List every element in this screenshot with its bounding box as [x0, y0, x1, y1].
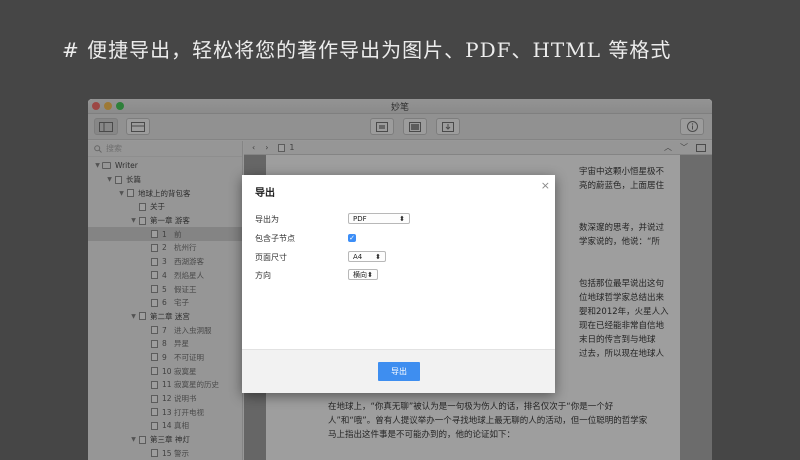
export-format-select[interactable]: PDF ⬍ — [348, 213, 410, 224]
export-button[interactable]: 导出 — [378, 362, 420, 381]
orientation-select[interactable]: 横向 ⬍ — [348, 269, 378, 280]
select-arrows-icon: ⬍ — [399, 214, 405, 223]
orientation-label: 方向 — [255, 271, 271, 280]
include-children-checkbox[interactable]: ✓ — [348, 234, 356, 242]
export-format-value: PDF — [353, 214, 367, 223]
page-size-value: A4 — [353, 252, 363, 261]
promo-banner: # 便捷导出，轻松将您的著作导出为图片、PDF、HTML 等格式 — [62, 38, 672, 62]
include-children-label: 包含子节点 — [255, 234, 295, 243]
dialog-title: 导出 — [255, 188, 275, 199]
select-arrows-icon: ⬍ — [367, 270, 373, 279]
page-size-select[interactable]: A4 ⬍ — [348, 251, 386, 262]
orientation-value: 横向 — [353, 270, 367, 279]
close-icon[interactable]: × — [541, 179, 550, 192]
select-arrows-icon: ⬍ — [375, 252, 381, 261]
dialog-footer: 导出 — [242, 349, 555, 393]
page-size-label: 页面尺寸 — [255, 253, 287, 262]
export-as-label: 导出为 — [255, 215, 279, 224]
export-dialog: 导出 × 导出为 PDF ⬍ 包含子节点 ✓ 页面尺寸 A4 ⬍ 方向 横向 ⬍… — [242, 175, 555, 393]
